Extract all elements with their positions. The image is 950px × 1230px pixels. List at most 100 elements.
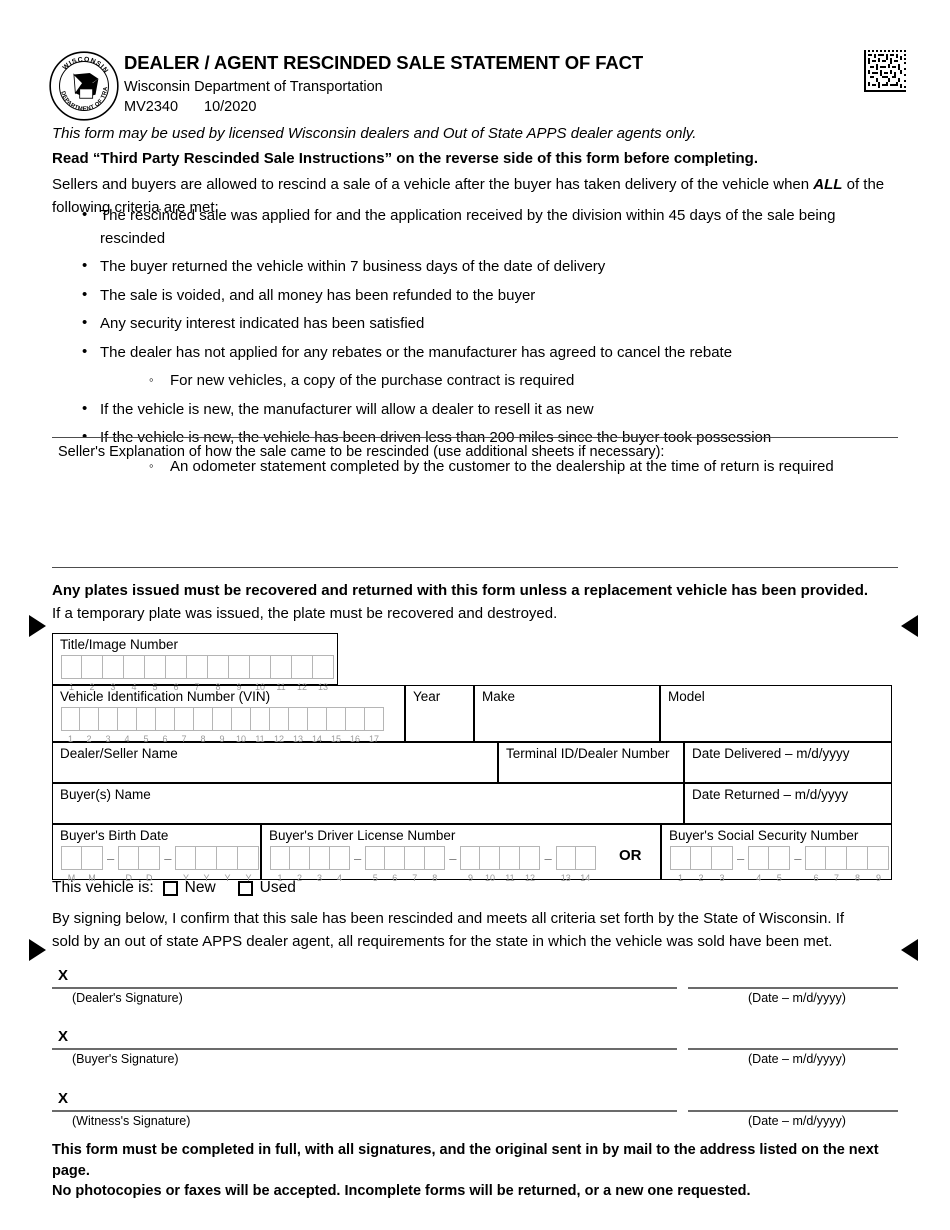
comb-cell[interactable]: 1	[270, 846, 290, 883]
signature-input-dealer[interactable]	[52, 962, 677, 987]
comb-cell[interactable]: 3	[99, 707, 118, 744]
comb-cell[interactable]: 10	[250, 655, 271, 692]
criteria-text: The sale is voided, and all money has be…	[100, 286, 536, 304]
comb-cell[interactable]: 9	[229, 655, 250, 692]
comb-group-day[interactable]: D D	[118, 846, 161, 883]
list-item: • The sale is voided, and all money has b…	[52, 285, 902, 308]
comb-cell[interactable]: 8	[208, 655, 229, 692]
comb-cell[interactable]: Y	[175, 846, 197, 883]
comb-cell[interactable]: 13	[289, 707, 308, 744]
comb-cell[interactable]: 5	[145, 655, 166, 692]
comb-cell[interactable]: 8	[425, 846, 446, 883]
comb-cell[interactable]: D	[139, 846, 161, 883]
comb-cell[interactable]: 12	[270, 707, 289, 744]
bullet-icon: •	[82, 285, 88, 303]
comb-cell[interactable]: 9	[213, 707, 232, 744]
signature-date-input-witness[interactable]	[688, 1085, 898, 1110]
comb-cell[interactable]: 13	[555, 846, 576, 883]
dash-separator: –	[449, 850, 457, 866]
comb-cell[interactable]: 4	[748, 846, 770, 883]
comb-buyers-ssn[interactable]: 1 2 3 – 4 5 – 6 7 8 9	[670, 846, 890, 883]
comb-cell[interactable]: 5	[137, 707, 156, 744]
comb-group-ssn-1[interactable]: 1 2 3	[670, 846, 733, 883]
comb-cell[interactable]: 10	[480, 846, 501, 883]
comb-cell[interactable]: 16	[346, 707, 365, 744]
criteria-text: If the vehicle is new, the manufacturer …	[100, 400, 594, 418]
comb-cell[interactable]: 15	[327, 707, 346, 744]
comb-group-month[interactable]: M M	[61, 846, 103, 883]
comb-group-dl-3[interactable]: 9 10 11 12	[460, 846, 541, 883]
comb-vin[interactable]: 1 2 3 4 5 6 7 8 9 10 11 12 13 14 15 16 1…	[61, 707, 384, 744]
comb-cell[interactable]: 14	[308, 707, 327, 744]
checkbox-used[interactable]	[237, 880, 253, 896]
signature-input-buyer[interactable]	[52, 1023, 677, 1048]
comb-cell[interactable]: 6	[156, 707, 175, 744]
comb-cell[interactable]: 11	[271, 655, 292, 692]
comb-buyers-birth-date[interactable]: M M – D D – Y Y Y Y	[61, 846, 260, 883]
intro-lead-a: Sellers and buyers are allowed to rescin…	[52, 175, 814, 193]
signature-date-input-buyer[interactable]	[688, 1023, 898, 1048]
comb-cell[interactable]: 6	[385, 846, 406, 883]
comb-cell[interactable]: 5	[365, 846, 386, 883]
explanation-input[interactable]	[52, 455, 898, 565]
signature-line-witness	[52, 1110, 677, 1112]
comb-cell[interactable]: 2	[80, 707, 99, 744]
comb-cell[interactable]: 4	[118, 707, 137, 744]
comb-cell[interactable]: M	[61, 846, 82, 883]
comb-cell[interactable]: 7	[175, 707, 194, 744]
comb-cell[interactable]: 13	[313, 655, 334, 692]
comb-cell[interactable]: 11	[251, 707, 270, 744]
signature-date-caption-witness: (Date – m/d/yyyy)	[748, 1114, 846, 1128]
comb-cell[interactable]: 4	[124, 655, 145, 692]
comb-cell[interactable]: 4	[330, 846, 350, 883]
comb-tick: 9	[875, 873, 881, 883]
comb-cell[interactable]: M	[82, 846, 103, 883]
comb-cell[interactable]: 1	[61, 707, 80, 744]
comb-group-year[interactable]: Y Y Y Y	[175, 846, 260, 883]
comb-group-dl-1[interactable]: 1 2 3 4	[270, 846, 350, 883]
comb-tick: 9	[467, 873, 473, 883]
comb-cell[interactable]: Y	[217, 846, 239, 883]
comb-title-image-number[interactable]: 1 2 3 4 5 6 7 8 9 10 11 12 13	[61, 655, 334, 692]
comb-group-dl-4[interactable]: 13 14	[555, 846, 596, 883]
comb-cell[interactable]: 17	[365, 707, 384, 744]
criteria-text: The rescinded sale was applied for and t…	[100, 207, 836, 247]
comb-cell[interactable]: Y	[238, 846, 260, 883]
comb-cell[interactable]: 8	[194, 707, 213, 744]
comb-group-dl-2[interactable]: 5 6 7 8	[365, 846, 446, 883]
comb-cell[interactable]: 2	[290, 846, 310, 883]
comb-cell[interactable]: 7	[187, 655, 208, 692]
comb-cell[interactable]: 14	[575, 846, 596, 883]
comb-cell[interactable]: 6	[805, 846, 827, 883]
comb-buyers-driver-license[interactable]: 1 2 3 4 – 5 6 7 8 – 9 10 11 12 – 13 14	[270, 846, 596, 883]
comb-cell[interactable]: 10	[232, 707, 251, 744]
comb-cell[interactable]: 3	[310, 846, 330, 883]
signature-input-witness[interactable]	[52, 1085, 677, 1110]
comb-cell[interactable]: 9	[460, 846, 481, 883]
comb-cell[interactable]: 1	[670, 846, 691, 883]
comb-group-ssn-2[interactable]: 4 5	[748, 846, 791, 883]
comb-cell[interactable]: 3	[103, 655, 124, 692]
comb-cell[interactable]: D	[118, 846, 140, 883]
comb-cell[interactable]: 7	[826, 846, 848, 883]
comb-cell[interactable]: 2	[691, 846, 712, 883]
comb-cell[interactable]: 11	[500, 846, 521, 883]
bullet-icon: •	[82, 399, 88, 417]
comb-cell[interactable]: 2	[82, 655, 103, 692]
comb-cell[interactable]: 12	[292, 655, 313, 692]
signature-date-input-dealer[interactable]	[688, 962, 898, 987]
checkbox-new[interactable]	[162, 880, 178, 896]
comb-cell[interactable]: 3	[712, 846, 733, 883]
comb-cell[interactable]: 5	[769, 846, 791, 883]
comb-group-ssn-3[interactable]: 6 7 8 9	[805, 846, 890, 883]
bullet-icon: •	[82, 206, 88, 223]
criteria-text: The dealer has not applied for any rebat…	[100, 343, 733, 361]
comb-cell[interactable]: 1	[61, 655, 82, 692]
datamatrix-barcode-icon	[864, 50, 906, 92]
comb-cell[interactable]: Y	[196, 846, 218, 883]
comb-cell[interactable]: 7	[405, 846, 426, 883]
comb-cell[interactable]: 12	[520, 846, 541, 883]
comb-cell[interactable]: 9	[868, 846, 890, 883]
comb-cell[interactable]: 6	[166, 655, 187, 692]
comb-cell[interactable]: 8	[847, 846, 869, 883]
